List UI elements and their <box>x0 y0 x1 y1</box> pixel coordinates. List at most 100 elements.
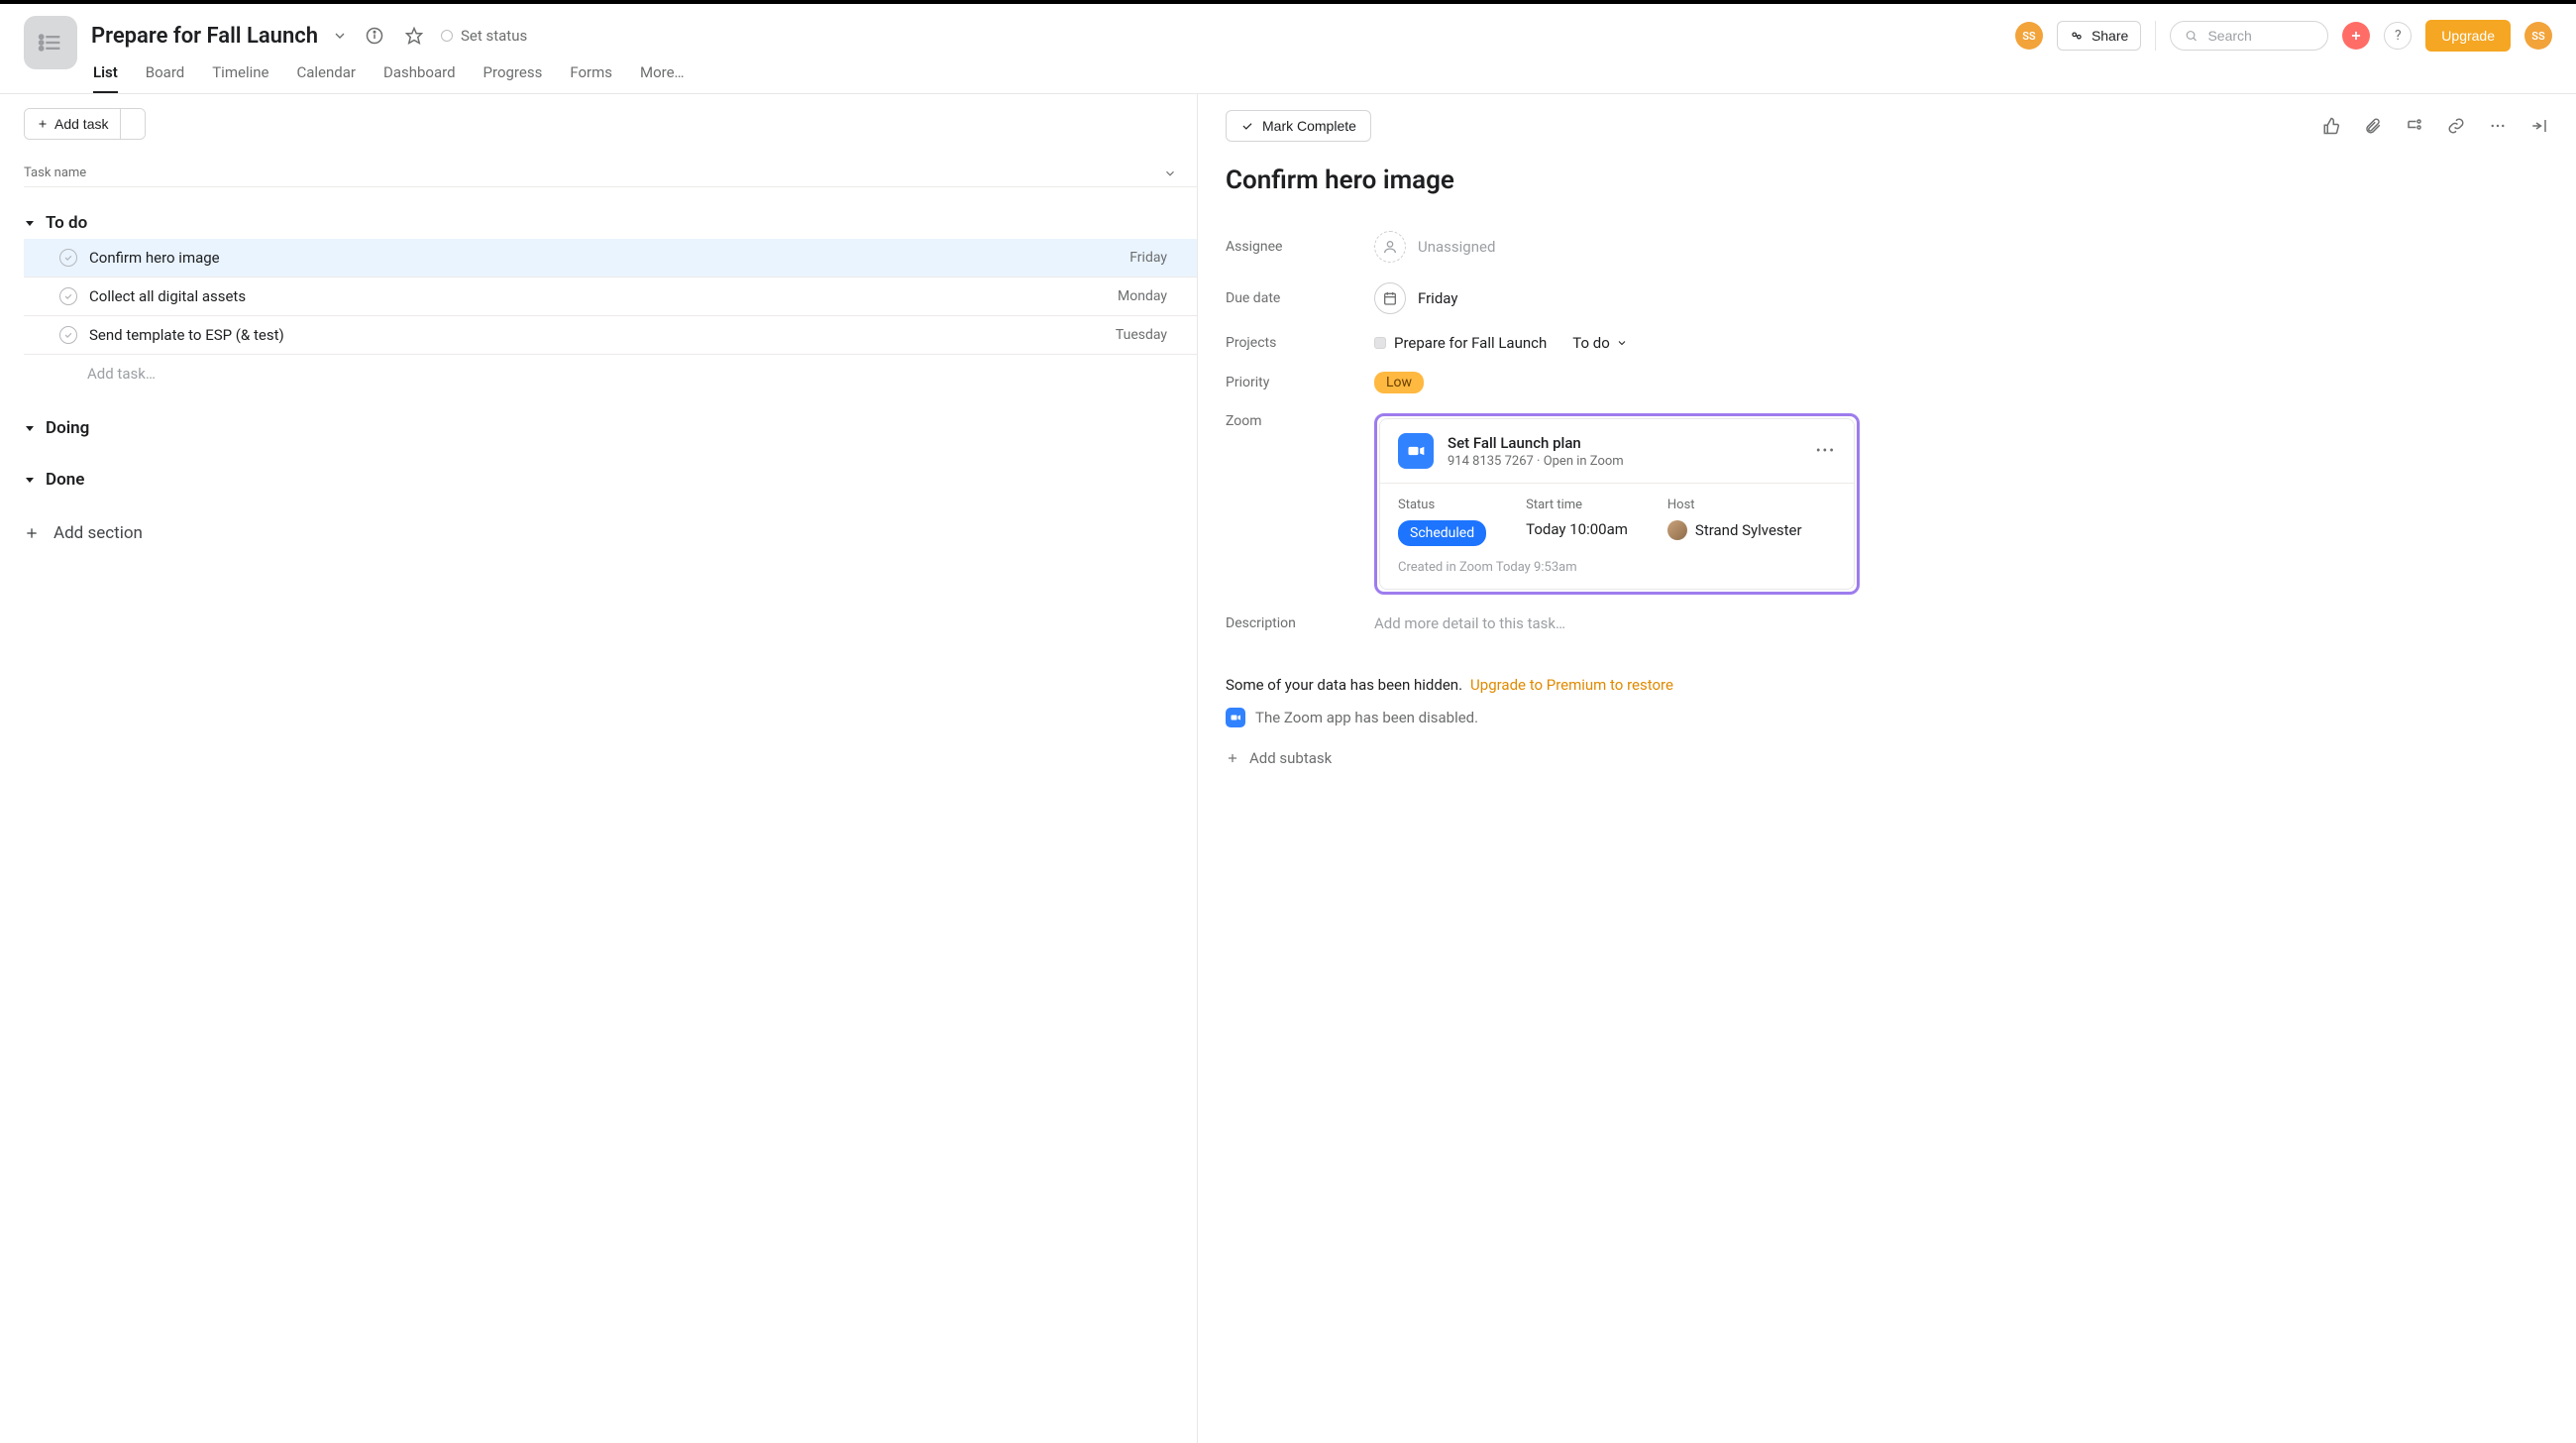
add-task-label: Add task <box>54 116 108 132</box>
zoom-status-label: Status <box>1398 498 1486 512</box>
task-name: Collect all digital assets <box>89 287 246 305</box>
add-task-inline[interactable]: Add task… <box>24 355 1197 392</box>
zoom-subtitle: 914 8135 7267 · Open in Zoom <box>1448 454 1624 469</box>
project-title[interactable]: Prepare for Fall Launch <box>91 24 318 49</box>
chevron-down-icon <box>1616 337 1628 349</box>
task-due: Monday <box>1118 288 1181 304</box>
tab-more[interactable]: More… <box>640 63 685 93</box>
add-subtask-button[interactable]: Add subtask <box>1226 749 1332 767</box>
add-section-button[interactable]: Add section <box>24 523 1197 543</box>
zoom-created: Created in Zoom Today 9:53am <box>1380 560 1854 589</box>
set-status[interactable]: Set status <box>441 27 527 45</box>
quick-add-button[interactable] <box>2342 22 2370 50</box>
add-task-dropdown[interactable] <box>120 109 145 139</box>
share-button[interactable]: Share <box>2057 21 2141 51</box>
collapse-icon[interactable] <box>2530 117 2548 135</box>
plus-icon <box>1226 751 1239 765</box>
help-button[interactable]: ? <box>2384 22 2412 50</box>
project-chip[interactable]: Prepare for Fall Launch <box>1374 334 1547 352</box>
caret-down-icon <box>24 422 36 434</box>
description-label: Description <box>1226 615 1354 631</box>
section-done[interactable]: Done <box>24 464 1197 496</box>
task-name: Confirm hero image <box>89 249 220 267</box>
zoom-icon <box>1226 708 1245 727</box>
mark-complete-label: Mark Complete <box>1262 118 1356 134</box>
zoom-title[interactable]: Set Fall Launch plan <box>1448 434 1624 452</box>
search-box[interactable] <box>2170 21 2328 51</box>
tab-list[interactable]: List <box>93 63 118 93</box>
task-row[interactable]: Send template to ESP (& test) Tuesday <box>24 316 1197 355</box>
calendar-icon <box>1374 282 1406 314</box>
zoom-host-label: Host <box>1667 498 1802 512</box>
priority-pill: Low <box>1374 372 1424 393</box>
detail-title[interactable]: Confirm hero image <box>1226 166 2548 195</box>
description-input[interactable]: Add more detail to this task… <box>1374 614 1565 632</box>
check-circle-icon[interactable] <box>59 249 77 267</box>
zoom-start-label: Start time <box>1526 498 1628 512</box>
add-task-button[interactable]: Add task <box>24 108 146 140</box>
tab-progress[interactable]: Progress <box>483 63 543 93</box>
more-icon[interactable]: ••• <box>1816 443 1836 459</box>
task-row[interactable]: Confirm hero image Friday <box>24 239 1197 278</box>
zoom-host-value: Strand Sylvester <box>1667 520 1802 540</box>
link-icon[interactable] <box>2447 117 2465 135</box>
host-avatar <box>1667 520 1687 540</box>
add-task-main[interactable]: Add task <box>25 109 120 139</box>
tab-timeline[interactable]: Timeline <box>212 63 268 93</box>
subtask-icon[interactable] <box>2406 117 2423 135</box>
projects-value[interactable]: Prepare for Fall Launch To do <box>1374 334 1628 352</box>
section-todo[interactable]: To do <box>24 207 1197 239</box>
zoom-disabled-text: The Zoom app has been disabled. <box>1255 709 1478 726</box>
task-detail-pane: Mark Complete Confirm hero image Assigne… <box>1198 94 2576 1443</box>
priority-value[interactable]: Low <box>1374 372 1424 393</box>
chevron-down-icon[interactable] <box>1163 166 1177 180</box>
tab-board[interactable]: Board <box>146 63 184 93</box>
assignee-label: Assignee <box>1226 239 1354 255</box>
check-icon <box>1240 119 1254 133</box>
column-header: Task name <box>24 160 1197 187</box>
check-circle-icon[interactable] <box>59 287 77 305</box>
attachment-icon[interactable] <box>2364 117 2382 135</box>
view-tabs: List Board Timeline Calendar Dashboard P… <box>93 63 2552 93</box>
add-subtask-label: Add subtask <box>1249 749 1332 767</box>
chevron-down-icon[interactable] <box>332 28 348 44</box>
project-icon[interactable] <box>24 16 77 69</box>
more-icon[interactable] <box>2489 117 2507 135</box>
duedate-label: Due date <box>1226 290 1354 306</box>
add-section-label: Add section <box>54 523 143 543</box>
task-due: Friday <box>1129 250 1181 266</box>
check-circle-icon[interactable] <box>59 326 77 344</box>
project-section-select[interactable]: To do <box>1572 334 1628 352</box>
duedate-value[interactable]: Friday <box>1374 282 1457 314</box>
section-label: Doing <box>46 418 89 438</box>
task-name: Send template to ESP (& test) <box>89 326 284 344</box>
zoom-start-value: Today 10:00am <box>1526 520 1628 538</box>
section-doing[interactable]: Doing <box>24 412 1197 444</box>
profile-avatar[interactable]: SS <box>2524 22 2552 50</box>
open-in-zoom[interactable]: Open in Zoom <box>1544 454 1624 469</box>
tab-calendar[interactable]: Calendar <box>296 63 356 93</box>
caret-down-icon <box>24 474 36 486</box>
search-input[interactable] <box>2207 28 2313 44</box>
project-section-text: To do <box>1572 334 1610 352</box>
assignee-value[interactable]: Unassigned <box>1374 231 1495 263</box>
task-due: Tuesday <box>1116 327 1181 343</box>
star-icon[interactable] <box>401 23 427 49</box>
plus-icon <box>24 525 40 541</box>
member-avatar[interactable]: SS <box>2015 22 2043 50</box>
tab-forms[interactable]: Forms <box>570 63 612 93</box>
host-name: Strand Sylvester <box>1695 521 1802 539</box>
zoom-card: Set Fall Launch plan 914 8135 7267 · Ope… <box>1374 413 1860 595</box>
header: Prepare for Fall Launch Set status SS Sh… <box>0 4 2576 94</box>
task-row[interactable]: Collect all digital assets Monday <box>24 278 1197 316</box>
upgrade-restore-link[interactable]: Upgrade to Premium to restore <box>1470 676 1673 694</box>
projects-label: Projects <box>1226 335 1354 351</box>
upgrade-button[interactable]: Upgrade <box>2425 20 2511 52</box>
tab-dashboard[interactable]: Dashboard <box>383 63 456 93</box>
mark-complete-button[interactable]: Mark Complete <box>1226 110 1371 142</box>
share-label: Share <box>2092 28 2128 44</box>
info-icon[interactable] <box>362 23 387 49</box>
like-icon[interactable] <box>2322 117 2340 135</box>
search-icon <box>2185 28 2198 44</box>
section-label: Done <box>46 470 84 490</box>
